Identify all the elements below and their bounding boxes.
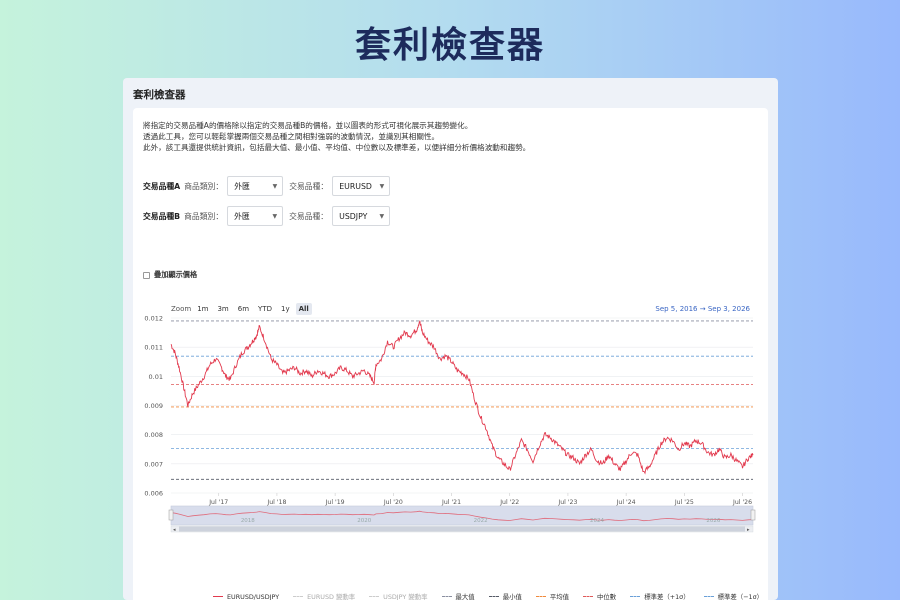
navigator-tick-label: 2018: [241, 518, 255, 524]
legend-label: EURUSD 變動率: [307, 593, 356, 600]
legend-swatch: [441, 596, 452, 597]
legend-item[interactable]: USDJPY 變動率: [369, 592, 428, 600]
y-tick-label: 0.011: [144, 344, 163, 352]
legend-swatch: [488, 596, 499, 597]
legend-item[interactable]: 標準差（−1σ）: [703, 592, 764, 600]
x-tick-label: Jul '20: [383, 499, 403, 506]
y-tick-label: 0.012: [144, 315, 163, 323]
legend-item[interactable]: 最大值: [441, 592, 475, 600]
chart-legend: EURUSD/USDJPY EURUSD 變動率 USDJPY 變動率 最大值 最小值 平…: [213, 592, 777, 600]
navigator-window[interactable]: [170, 505, 754, 526]
app-window: 套利檢查器 將指定的交易品種A的價格除以指定的交易品種B的價格，並以圖表的形式可…: [123, 78, 778, 600]
x-tick-label: Jul '17: [208, 499, 228, 506]
legend-item[interactable]: 平均值: [535, 592, 570, 600]
legend-swatch: [630, 596, 641, 597]
navigator-tick-label: 2022: [474, 518, 488, 524]
legend-label: 標準差（+1σ）: [644, 593, 690, 600]
x-tick-label: Jul '25: [674, 499, 694, 506]
x-tick-label: Jul '26: [732, 499, 752, 506]
x-tick-label: Jul '19: [325, 499, 345, 506]
legend-label: 平均值: [549, 593, 570, 600]
x-tick-label: Jul '21: [441, 499, 461, 506]
y-tick-label: 0.007: [144, 460, 163, 468]
legend-swatch: [535, 596, 546, 597]
x-tick-label: Jul '23: [557, 499, 577, 506]
legend-label: 最大值: [455, 593, 475, 600]
x-tick-label: Jul '18: [266, 499, 286, 506]
hero-title: 套利檢查器: [354, 25, 545, 66]
legend-item[interactable]: 中位數: [583, 592, 616, 600]
navigator-tick-label: 2026: [706, 518, 720, 524]
window-title: 套利檢查器: [133, 89, 186, 101]
scrollbar-thumb[interactable]: [179, 526, 745, 532]
navigator-right-handle[interactable]: [750, 509, 756, 521]
legend-label: 標準差（−1σ）: [717, 593, 764, 600]
y-tick-label: 0.01: [149, 373, 163, 381]
legend-item[interactable]: EURUSD/USDJPY: [213, 592, 279, 600]
navigator-tick-label: 2024: [590, 518, 604, 524]
y-tick-label: 0.009: [144, 402, 163, 410]
y-tick-label: 0.006: [144, 490, 163, 498]
legend-label: USDJPY 變動率: [383, 593, 428, 600]
ratio-chart[interactable]: 0.012 0.011 0.01 0.009 0.008 0.007 0.006 Jul '1…: [133, 108, 768, 600]
series-line-eurusd-usdjpy[interactable]: [170, 320, 754, 475]
x-tick-label: Jul '22: [499, 499, 519, 506]
legend-item[interactable]: 標準差（+1σ）: [630, 592, 690, 600]
navigator-left-handle[interactable]: [168, 509, 174, 521]
legend-swatch: [293, 596, 304, 597]
legend-swatch: [703, 596, 714, 597]
legend-label: 最小值: [502, 593, 522, 600]
legend-item[interactable]: 最小值: [488, 592, 522, 600]
legend-item[interactable]: EURUSD 變動率: [293, 592, 355, 600]
legend-swatch: [369, 596, 380, 597]
legend-swatch: [583, 596, 594, 597]
navigator-tick-label: 2020: [357, 518, 371, 524]
main-card: 將指定的交易品種A的價格除以指定的交易品種B的價格，並以圖表的形式可視化展示其趨…: [133, 108, 768, 600]
legend-swatch: [213, 596, 223, 597]
legend-label: 中位數: [597, 593, 617, 600]
legend-label: EURUSD/USDJPY: [227, 592, 280, 600]
x-tick-label: Jul '24: [616, 499, 636, 506]
y-tick-label: 0.008: [144, 431, 163, 439]
